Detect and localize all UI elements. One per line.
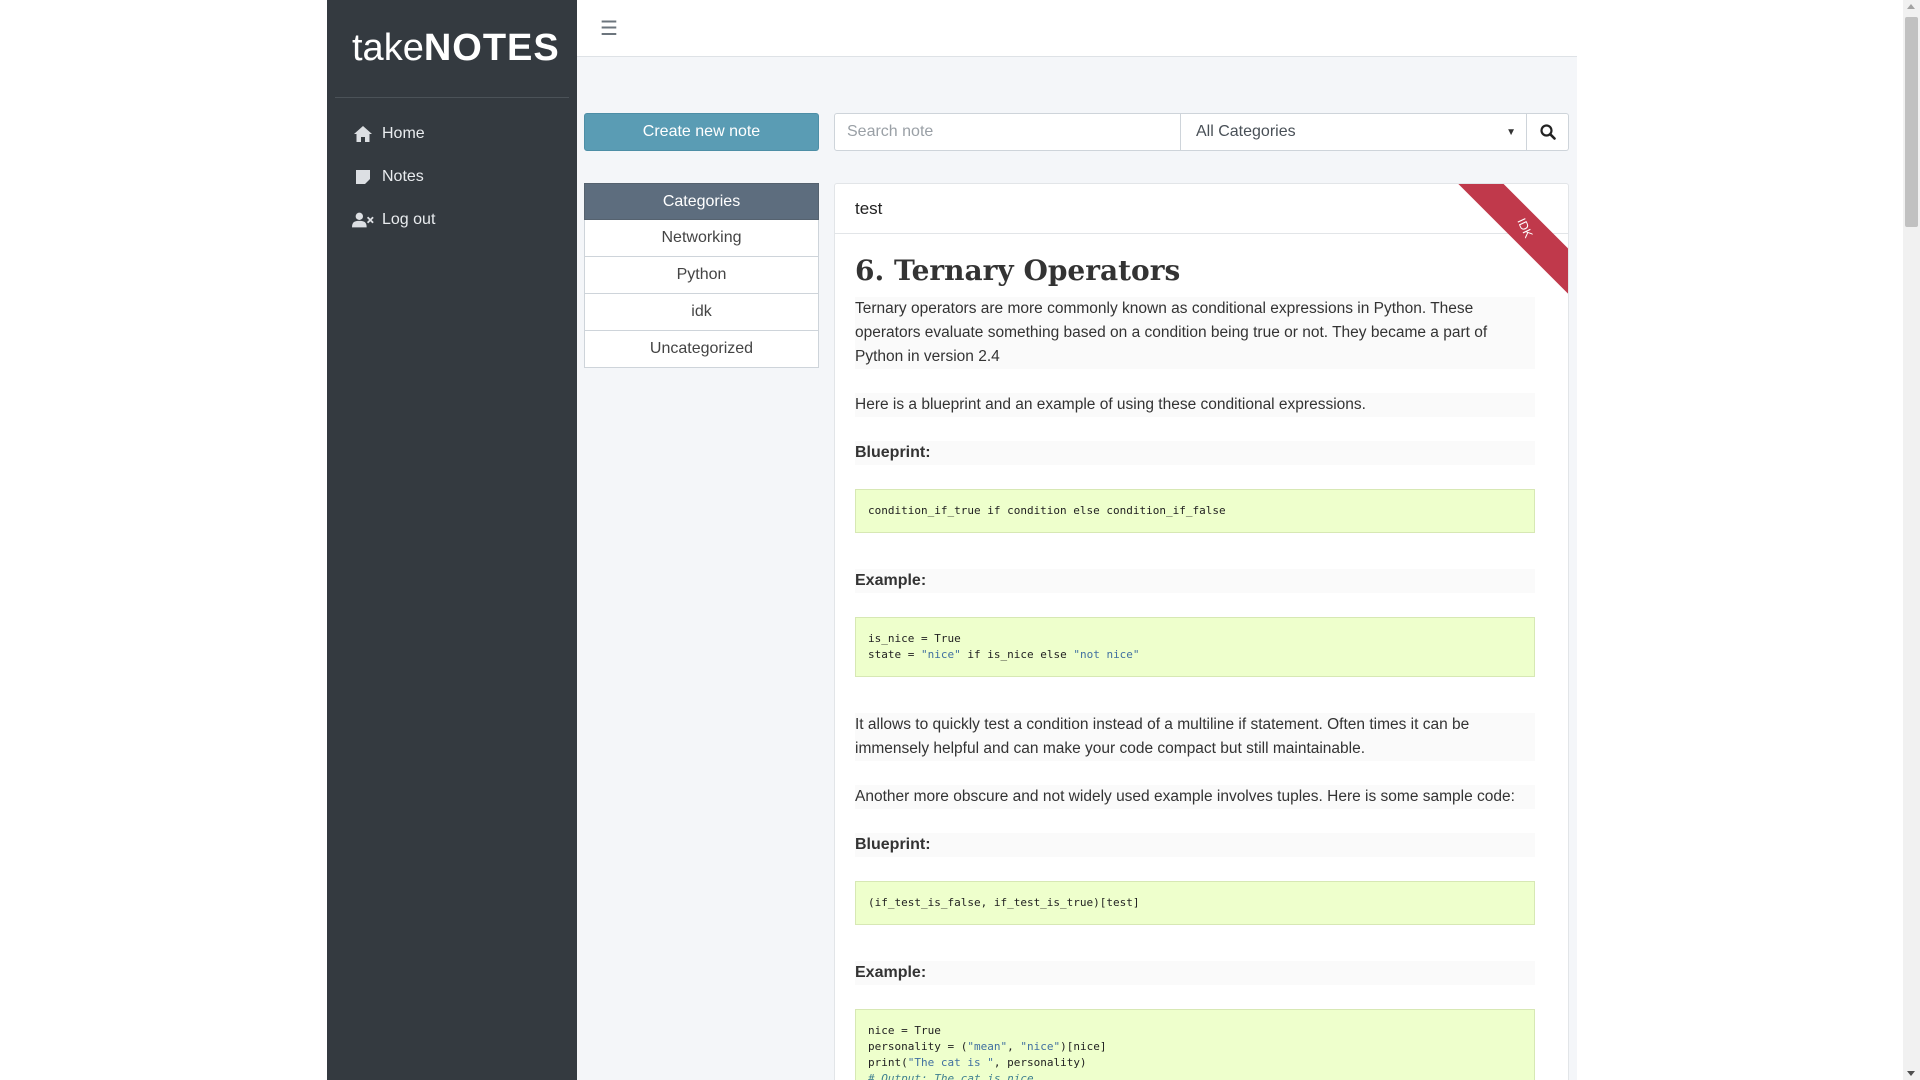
category-ribbon-band: IDK bbox=[1453, 184, 1568, 300]
sidebar-item-logout-label: Log out bbox=[382, 210, 436, 228]
category-item-uncategorized[interactable]: Uncategorized bbox=[584, 331, 819, 368]
caret-down-icon: ▼ bbox=[1506, 127, 1516, 138]
page-scrollbar[interactable] bbox=[1903, 0, 1920, 1080]
category-select-value: All Categories bbox=[1196, 123, 1296, 140]
search-button[interactable] bbox=[1527, 113, 1569, 151]
sidebar: take NOTES Home Notes Log out bbox=[327, 0, 577, 1080]
example-label: Example: bbox=[855, 569, 1535, 593]
code-token: state = bbox=[868, 648, 921, 661]
code-string: "not nice" bbox=[1073, 648, 1140, 661]
code-block: is_nice = True state = "nice" if is_nice… bbox=[855, 617, 1535, 677]
app-window: take NOTES Home Notes Log out ☰ Create n… bbox=[0, 0, 1920, 1080]
note-body: 6. Ternary Operators Ternary operators a… bbox=[835, 234, 1535, 1080]
code-line: nice = True bbox=[868, 1024, 941, 1037]
sidebar-item-notes[interactable]: Notes bbox=[327, 155, 577, 198]
blueprint-label: Blueprint: bbox=[855, 833, 1535, 857]
category-ribbon: IDK bbox=[1448, 184, 1568, 304]
sidebar-item-logout[interactable]: Log out bbox=[327, 198, 577, 241]
example-label: Example: bbox=[855, 961, 1535, 985]
sidebar-item-home-label: Home bbox=[382, 124, 425, 142]
scrollbar-thumb[interactable] bbox=[1905, 17, 1918, 227]
main-content: ☰ Create new note All Categories ▼ Categ… bbox=[577, 0, 1577, 1080]
search-input[interactable] bbox=[834, 113, 1181, 151]
scroll-down-icon[interactable] bbox=[1907, 1071, 1915, 1076]
code-token: , personality) bbox=[993, 1056, 1087, 1069]
note-paragraph: Ternary operators are more commonly know… bbox=[855, 297, 1535, 369]
sidebar-item-home[interactable]: Home bbox=[327, 112, 577, 155]
code-comment: # Output: The cat is nice bbox=[868, 1072, 1034, 1080]
code-token: personality = ( bbox=[868, 1040, 968, 1053]
blueprint-label: Blueprint: bbox=[855, 441, 1535, 465]
code-block: nice = True personality = ("mean", "nice… bbox=[855, 1009, 1535, 1080]
category-select[interactable]: All Categories ▼ bbox=[1181, 113, 1527, 151]
brand-logo-light: take bbox=[352, 27, 424, 69]
category-ribbon-label: IDK bbox=[1514, 215, 1536, 241]
search-icon bbox=[1539, 124, 1556, 140]
sidebar-nav: Home Notes Log out bbox=[327, 98, 577, 241]
note-paragraph: Another more obscure and not widely used… bbox=[855, 785, 1535, 809]
create-note-button[interactable]: Create new note bbox=[584, 113, 819, 151]
user-times-icon bbox=[352, 210, 374, 230]
code-line: is_nice = True bbox=[868, 632, 961, 645]
code-line: condition_if_true if condition else cond… bbox=[868, 504, 1226, 517]
code-string: "nice" bbox=[920, 648, 961, 661]
code-block: (if_test_is_false, if_test_is_true)[test… bbox=[855, 881, 1535, 925]
category-item-networking[interactable]: Networking bbox=[584, 220, 819, 257]
scroll-up-icon[interactable] bbox=[1907, 4, 1915, 9]
code-line: (if_test_is_false, if_test_is_true)[test… bbox=[868, 896, 1140, 909]
brand-logo-bold: NOTES bbox=[423, 27, 560, 69]
code-token: )[nice] bbox=[1060, 1040, 1107, 1053]
code-token: , bbox=[1007, 1040, 1021, 1053]
sticky-note-icon bbox=[352, 167, 374, 187]
code-block: condition_if_true if condition else cond… bbox=[855, 489, 1535, 533]
category-item-python[interactable]: Python bbox=[584, 257, 819, 294]
search-group: All Categories ▼ bbox=[834, 113, 1569, 151]
categories-panel: Categories Networking Python idk Uncateg… bbox=[584, 183, 819, 368]
home-icon bbox=[352, 124, 374, 144]
note-paragraph: It allows to quickly test a condition in… bbox=[855, 713, 1535, 761]
note-card: test IDK 6. Ternary Operators Ternary op… bbox=[834, 183, 1569, 1080]
category-item-idk[interactable]: idk bbox=[584, 294, 819, 331]
code-token: print( bbox=[868, 1056, 908, 1069]
top-navbar: ☰ bbox=[577, 0, 1577, 57]
brand-logo[interactable]: take NOTES bbox=[335, 0, 569, 98]
code-string: "The cat is " bbox=[907, 1056, 994, 1069]
code-token: if is_nice else bbox=[960, 648, 1074, 661]
note-paragraph: Here is a blueprint and an example of us… bbox=[855, 393, 1535, 417]
menu-toggle-icon[interactable]: ☰ bbox=[600, 16, 618, 41]
note-title: 6. Ternary Operators bbox=[855, 254, 1181, 287]
code-string: "nice" bbox=[1020, 1040, 1061, 1053]
categories-header: Categories bbox=[584, 183, 819, 220]
code-string: "mean" bbox=[967, 1040, 1008, 1053]
sidebar-item-notes-label: Notes bbox=[382, 167, 424, 185]
